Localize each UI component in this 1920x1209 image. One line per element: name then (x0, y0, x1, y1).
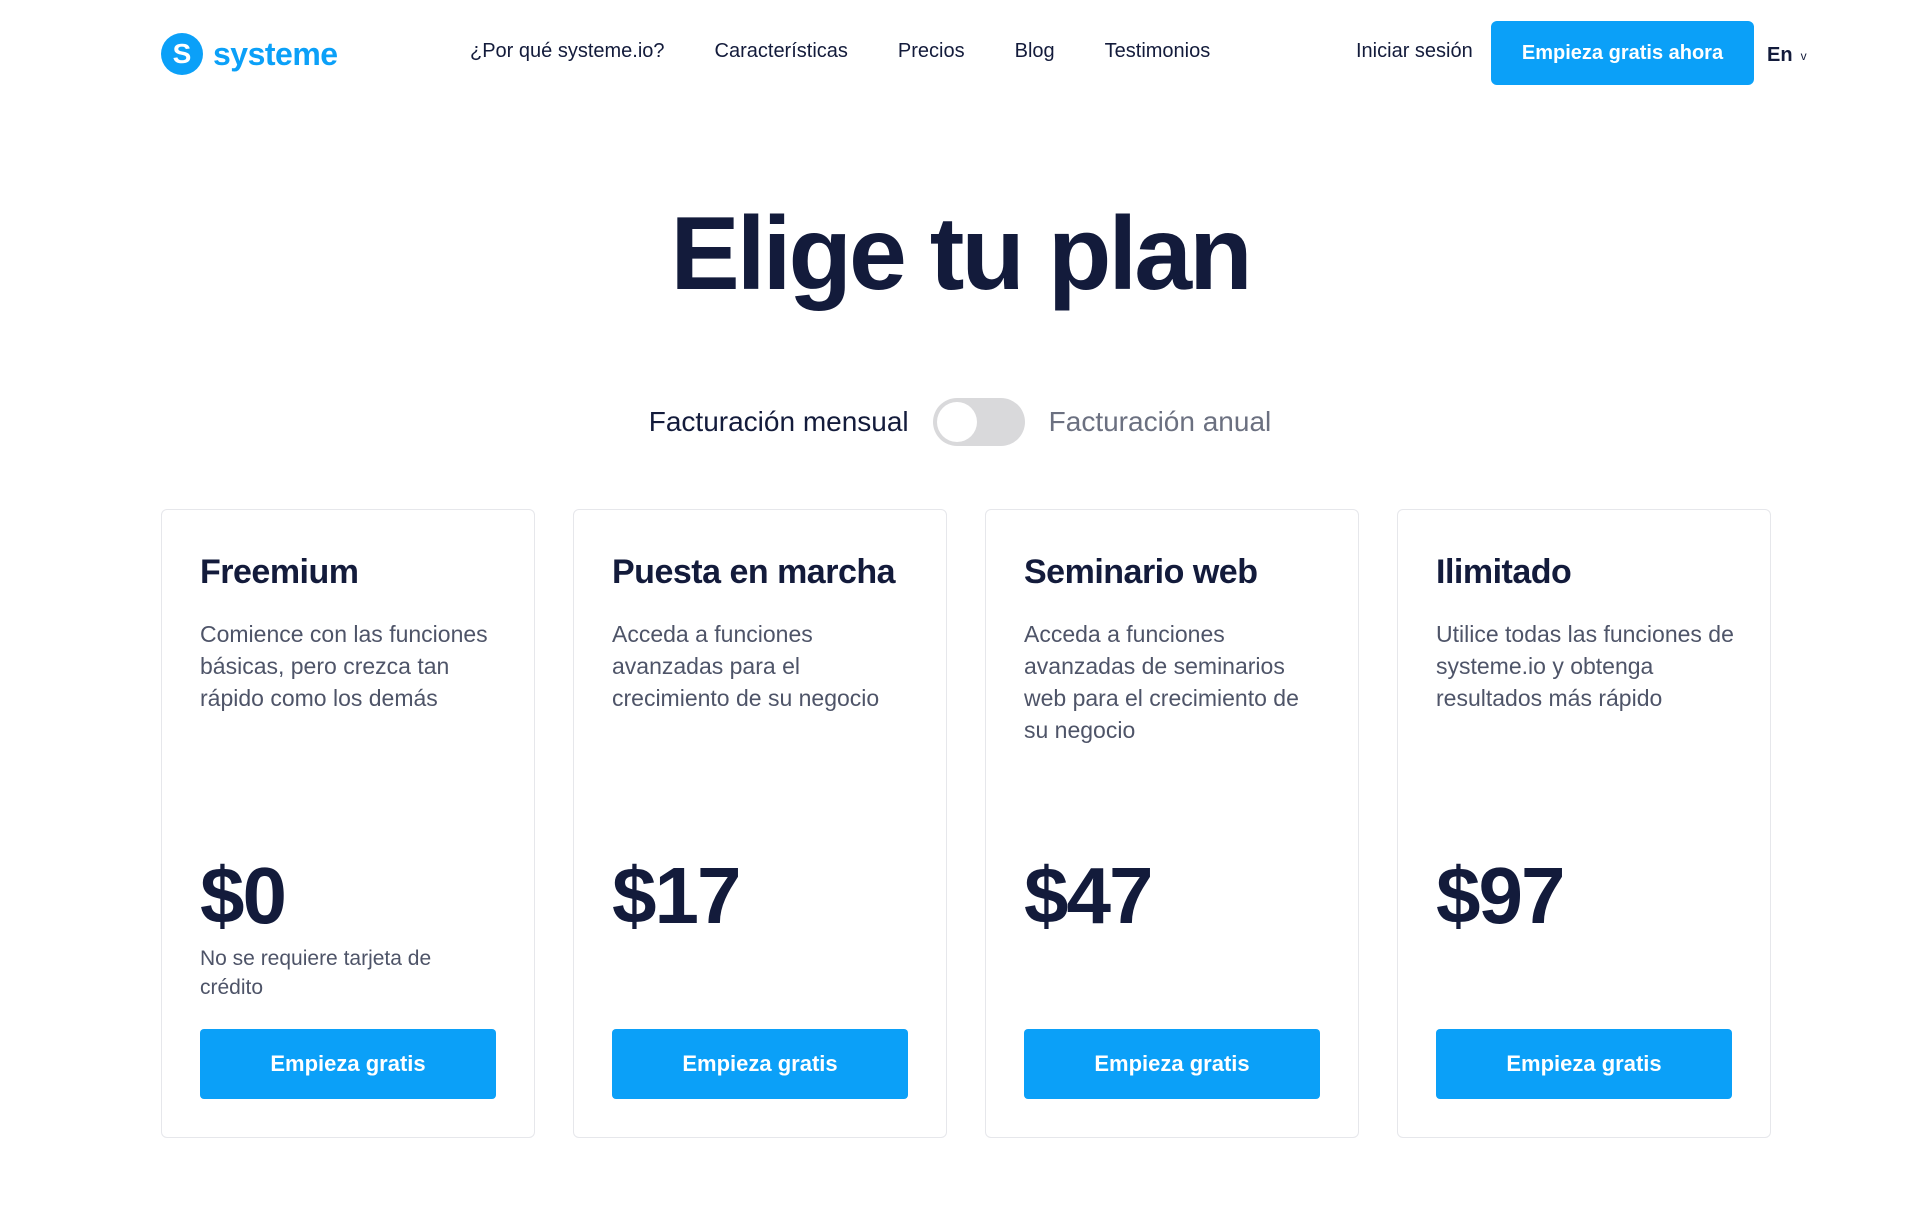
plan-name: Puesta en marcha (612, 553, 896, 591)
plan-name: Freemium (200, 553, 359, 591)
billing-toggle-group: Facturación mensual Facturación anual (0, 398, 1920, 446)
nav-link-features[interactable]: Características (715, 40, 848, 63)
plan-description: Utilice todas las funciones de systeme.i… (1436, 621, 1734, 711)
logo-s-icon: S (161, 33, 203, 75)
nav-link-pricing[interactable]: Precios (898, 40, 965, 63)
login-link[interactable]: Iniciar sesión (1356, 40, 1473, 63)
nav-link-blog[interactable]: Blog (1015, 40, 1055, 63)
plan-card-webinar: Seminario web Acceda a funciones avanzad… (985, 509, 1359, 1138)
monthly-billing-label[interactable]: Facturación mensual (649, 406, 909, 438)
plan-card-unlimited: Ilimitado Utilice todas las funciones de… (1397, 509, 1771, 1138)
plan-price: $47 (1024, 851, 1153, 940)
start-free-button[interactable]: Empieza gratis (1436, 1029, 1732, 1099)
language-selector[interactable]: En v (1767, 44, 1807, 67)
plan-card-freemium: Freemium Comience con las funciones bási… (161, 509, 535, 1138)
nav-link-why-systeme[interactable]: ¿Por qué systeme.io? (470, 40, 665, 63)
nav-link-testimonials[interactable]: Testimonios (1105, 40, 1211, 63)
plan-note: No se requiere tarjeta de crédito (200, 947, 432, 999)
start-free-button[interactable]: Empieza gratis (200, 1029, 496, 1099)
logo-text: systeme (213, 35, 338, 72)
pricing-cards: Freemium Comience con las funciones bási… (161, 509, 1771, 1138)
billing-toggle-switch[interactable] (932, 398, 1025, 446)
start-free-now-button[interactable]: Empieza gratis ahora (1491, 21, 1754, 85)
plan-card-startup: Puesta en marcha Acceda a funciones avan… (573, 509, 947, 1138)
toggle-knob (936, 402, 977, 442)
chevron-down-icon: v (1800, 48, 1807, 63)
plan-description: Acceda a funciones avanzadas de seminari… (1024, 621, 1299, 743)
plan-price: $17 (612, 851, 741, 940)
systeme-logo[interactable]: S systeme (161, 33, 338, 75)
plan-name: Ilimitado (1436, 553, 1572, 591)
plan-description: Comience con las funciones básicas, pero… (200, 621, 488, 711)
plan-name: Seminario web (1024, 553, 1258, 591)
main-nav: ¿Por qué systeme.io? Características Pre… (470, 40, 1210, 63)
plan-price: $0 (200, 851, 287, 940)
language-label: En (1767, 44, 1793, 66)
annual-billing-label[interactable]: Facturación anual (1049, 406, 1272, 438)
plan-description: Acceda a funciones avanzadas para el cre… (612, 621, 880, 711)
start-free-button[interactable]: Empieza gratis (612, 1029, 908, 1099)
site-header: S systeme ¿Por qué systeme.io? Caracterí… (0, 0, 1920, 106)
start-free-button[interactable]: Empieza gratis (1024, 1029, 1320, 1099)
plan-price: $97 (1436, 851, 1565, 940)
page-title: Elige tu plan (670, 196, 1252, 312)
